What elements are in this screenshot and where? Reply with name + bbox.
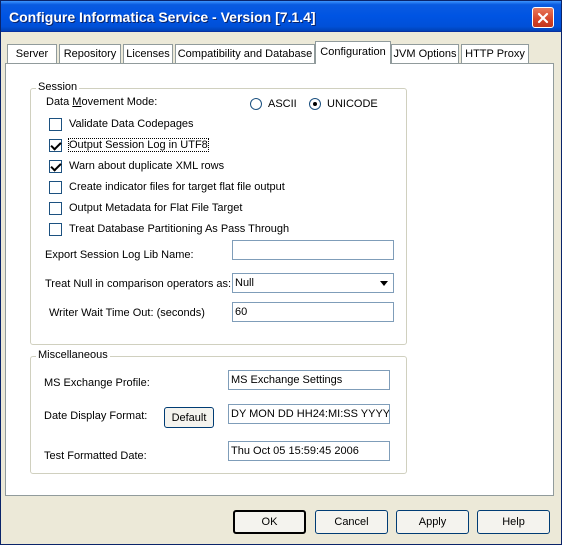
session-legend: Session: [36, 81, 80, 93]
export-log-lib-label: Export Session Log Lib Name:: [45, 249, 194, 261]
session-group: Session Data Movement Mode: ASCII UNICOD…: [30, 81, 407, 345]
checkbox-label: Treat Database Partitioning As Pass Thro…: [69, 223, 290, 235]
tab-configuration[interactable]: Configuration: [315, 41, 391, 64]
tab-jvm-options[interactable]: JVM Options: [391, 44, 459, 64]
configuration-panel: Session Data Movement Mode: ASCII UNICOD…: [5, 63, 554, 496]
checkbox-box[interactable]: [49, 117, 62, 131]
checkbox-validate-codepages[interactable]: Validate Data Codepages: [49, 116, 194, 132]
tab-repository[interactable]: Repository: [59, 44, 121, 64]
configure-informatica-dialog: Configure Informatica Service - Version …: [0, 0, 562, 545]
checkbox-output-log-utf8[interactable]: Output Session Log in UTF8: [49, 137, 209, 153]
radio-unicode[interactable]: UNICODE: [309, 98, 378, 110]
radio-unicode-button[interactable]: [309, 98, 321, 110]
treat-null-select[interactable]: Null: [232, 273, 394, 293]
radio-ascii[interactable]: ASCII: [250, 98, 297, 110]
checkbox-label: Output Metadata for Flat File Target: [69, 202, 243, 214]
writer-wait-label: Writer Wait Time Out: (seconds): [49, 307, 205, 319]
test-date-field: Thu Oct 05 15:59:45 2006: [228, 441, 390, 461]
checkbox-label: Validate Data Codepages: [69, 118, 194, 130]
writer-wait-input[interactable]: 60: [232, 302, 394, 322]
checkbox-treat-db-partitioning[interactable]: Treat Database Partitioning As Pass Thro…: [49, 221, 289, 237]
checkbox-box[interactable]: [49, 222, 62, 236]
checkbox-label: Create indicator files for target flat f…: [69, 181, 285, 193]
tab-licenses[interactable]: Licenses: [123, 44, 173, 64]
chevron-down-icon[interactable]: [376, 275, 392, 291]
close-icon: [537, 12, 549, 23]
checkbox-label: Warn about duplicate XML rows: [69, 160, 225, 172]
misc-legend: Miscellaneous: [36, 349, 110, 361]
export-log-lib-input[interactable]: [232, 240, 394, 260]
treat-null-label: Treat Null in comparison operators as:: [45, 278, 232, 290]
date-format-label: Date Display Format:: [44, 410, 148, 422]
data-movement-mode-label: Data Movement Mode:: [46, 96, 158, 108]
radio-unicode-label: UNICODE: [327, 98, 378, 110]
window-title: Configure Informatica Service - Version …: [9, 9, 316, 25]
checkbox-box[interactable]: [49, 159, 62, 173]
treat-null-value: Null: [235, 277, 254, 289]
checkbox-box[interactable]: [49, 180, 62, 194]
miscellaneous-group: Miscellaneous MS Exchange Profile: MS Ex…: [30, 349, 407, 474]
default-button[interactable]: Default: [164, 407, 214, 428]
checkbox-box[interactable]: [49, 201, 62, 215]
test-date-label: Test Formatted Date:: [44, 450, 147, 462]
cancel-button[interactable]: Cancel: [315, 510, 388, 534]
apply-button[interactable]: Apply: [396, 510, 469, 534]
checkbox-label: Output Session Log in UTF8: [68, 138, 209, 152]
checkbox-output-metadata[interactable]: Output Metadata for Flat File Target: [49, 200, 242, 216]
radio-ascii-button[interactable]: [250, 98, 262, 110]
checkbox-create-indicator-files[interactable]: Create indicator files for target flat f…: [49, 179, 285, 195]
ok-button[interactable]: OK: [233, 510, 306, 534]
close-button[interactable]: [532, 7, 554, 28]
title-bar[interactable]: Configure Informatica Service - Version …: [1, 1, 561, 32]
tab-server[interactable]: Server: [7, 44, 57, 64]
tab-http-proxy[interactable]: HTTP Proxy: [461, 44, 529, 64]
help-button[interactable]: Help: [477, 510, 550, 534]
exchange-profile-label: MS Exchange Profile:: [44, 377, 150, 389]
checkbox-box[interactable]: [49, 138, 62, 152]
radio-ascii-label: ASCII: [268, 98, 297, 110]
checkbox-warn-duplicate-xml[interactable]: Warn about duplicate XML rows: [49, 158, 224, 174]
tab-compatibility-database[interactable]: Compatibility and Database: [175, 44, 315, 64]
exchange-profile-input[interactable]: MS Exchange Settings: [228, 370, 390, 390]
date-format-input[interactable]: DY MON DD HH24:MI:SS YYYY: [228, 404, 390, 424]
